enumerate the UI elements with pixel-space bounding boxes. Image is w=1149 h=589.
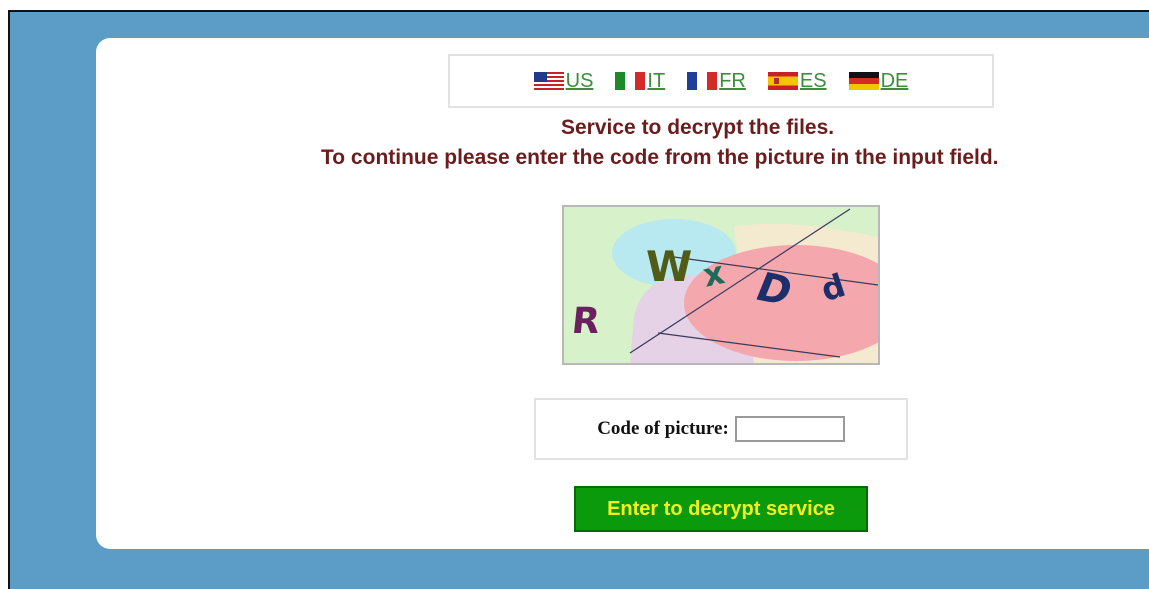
france-flag-icon [687,72,718,90]
us-flag-icon [533,72,564,90]
headline-title: Service to decrypt the files. [561,116,835,139]
decrypt-submit-button[interactable]: Enter to decrypt service [574,486,868,532]
spain-flag-icon [767,72,798,90]
lang-label: ES [799,69,827,92]
code-label: Code of picture: [597,418,729,439]
headline-instructions: To continue please enter the code from t… [321,146,999,169]
lang-link-es[interactable]: ES [767,69,827,93]
code-entry-box: Code of picture: [534,398,908,460]
lang-link-us[interactable]: US [533,69,594,93]
captcha-image: R W x D d [562,205,880,365]
lang-label: IT [647,69,666,92]
lang-link-de[interactable]: DE [848,69,909,93]
germany-flag-icon [848,72,879,90]
italy-flag-icon [615,72,646,90]
lang-link-it[interactable]: IT [615,70,665,93]
captcha-char: R [570,300,602,342]
captcha-char: W [646,242,692,291]
lang-link-fr[interactable]: FR [687,70,746,93]
code-input[interactable] [734,416,845,442]
lang-label: US [565,69,594,92]
language-bar: US IT FR ES DE [448,54,994,108]
lang-label: FR [719,69,746,92]
lang-label: DE [880,69,909,92]
